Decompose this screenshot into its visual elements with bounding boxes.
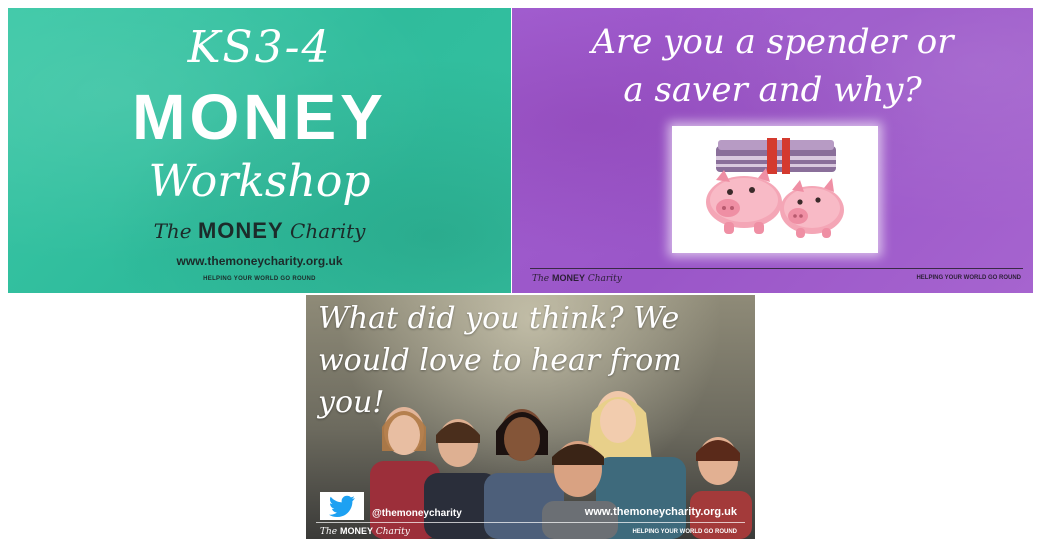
brand-logo-the: The — [153, 219, 198, 243]
website-url[interactable]: www.themoneycharity.org.uk — [585, 506, 737, 518]
piggy-bank-photo — [672, 126, 878, 253]
slide-title-money: MONEY — [132, 81, 387, 153]
piggy-bank-illustration — [706, 138, 844, 238]
brand-logo-money: MONEY — [552, 273, 586, 283]
slide-feedback: What did you think? We would love to hea… — [306, 295, 755, 539]
question-line-2: a saver and why? — [623, 70, 922, 110]
brand-logo-charity: Charity — [283, 219, 366, 243]
slide-title-workshop-word: Workshop — [148, 156, 371, 207]
footer-divider — [316, 522, 745, 523]
brand-logo: The MONEY Charity — [8, 218, 511, 244]
question-line-1: Are you a spender or — [591, 22, 954, 62]
tagline: HELPING YOUR WORLD GO ROUND — [203, 276, 316, 282]
tagline: HELPING YOUR WORLD GO ROUND — [632, 529, 737, 535]
slide-subtitle-ks: KS3-4 — [187, 22, 332, 73]
twitter-bird-icon[interactable] — [320, 492, 364, 520]
twitter-bird-glyph — [329, 495, 355, 517]
tagline: HELPING YOUR WORLD GO ROUND — [916, 275, 1021, 281]
feedback-line-2: would love to hear from — [318, 343, 682, 378]
feedback-line-3: you! — [318, 385, 385, 420]
brand-logo-money: MONEY — [197, 218, 284, 243]
footer-divider — [530, 268, 1023, 269]
brand-logo-money: MONEY — [340, 526, 374, 536]
feedback-line-1: What did you think? We — [318, 301, 680, 336]
brand-logo: The MONEY Charity — [532, 273, 622, 284]
brand-logo-the: The — [320, 527, 340, 537]
brand-logo: The MONEY Charity — [320, 526, 410, 537]
website-url: www.themoneycharity.org.uk — [176, 254, 343, 268]
brand-logo-the: The — [532, 274, 552, 284]
twitter-handle[interactable]: @themoneycharity — [372, 508, 462, 519]
slide-spender-saver: Are you a spender or a saver and why? Th… — [512, 8, 1033, 293]
brand-logo-charity: Charity — [373, 527, 410, 537]
brand-logo-charity: Charity — [585, 274, 622, 284]
slide-title-workshop: KS3-4 MONEY Workshop The MONEY Charity w… — [8, 8, 511, 293]
